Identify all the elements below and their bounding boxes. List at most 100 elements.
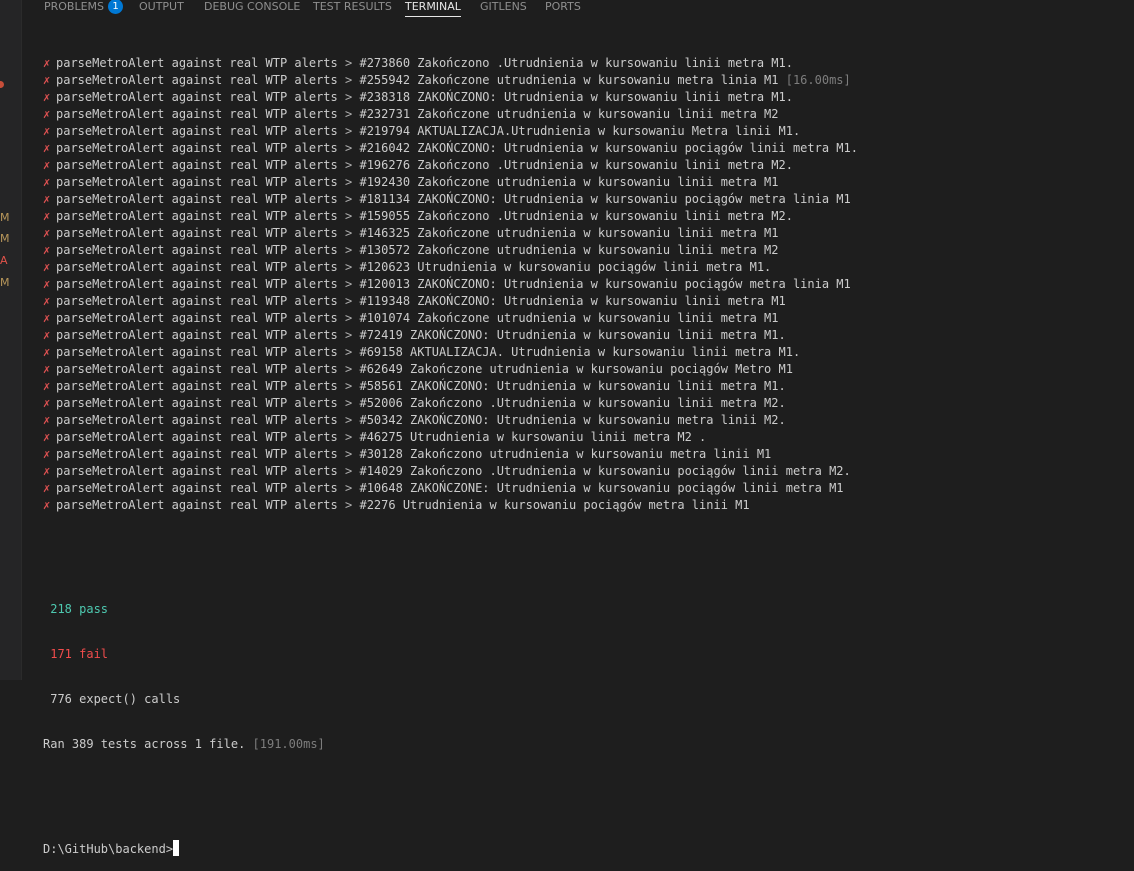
test-result-row: ✗ parseMetroAlert against real WTP alerts… <box>43 225 1134 242</box>
test-results-list: ✗ parseMetroAlert against real WTP alerts… <box>43 55 1134 514</box>
test-case-title: #69158 AKTUALIZACJA. Utrudnienia w kurso… <box>359 345 801 359</box>
panel-tab-bar: PROBLEMS 1 OUTPUT DEBUG CONSOLE TEST RESU… <box>22 0 1134 18</box>
test-result-row: ✗ parseMetroAlert against real WTP alerts… <box>43 157 1134 174</box>
test-suite-name: parseMetroAlert against real WTP alerts <box>56 107 338 121</box>
git-modified-badge[interactable]: M <box>0 211 10 225</box>
test-suite-name: parseMetroAlert against real WTP alerts <box>56 413 338 427</box>
test-suite-name: parseMetroAlert against real WTP alerts <box>56 464 338 478</box>
test-suite-name: parseMetroAlert against real WTP alerts <box>56 209 338 223</box>
chevron-right-icon: > <box>345 56 353 70</box>
tab-label: GITLENS <box>480 0 527 13</box>
chevron-right-icon: > <box>345 345 353 359</box>
fail-x-icon: ✗ <box>43 447 51 461</box>
test-suite-name: parseMetroAlert against real WTP alerts <box>56 362 338 376</box>
test-result-row: ✗ parseMetroAlert against real WTP alerts… <box>43 55 1134 72</box>
test-result-row: ✗ parseMetroAlert against real WTP alerts… <box>43 429 1134 446</box>
ran-tests-summary: Ran 389 tests across 1 file. <box>43 737 246 751</box>
test-result-row: ✗ parseMetroAlert against real WTP alerts… <box>43 446 1134 463</box>
fail-x-icon: ✗ <box>43 260 51 274</box>
test-result-row: ✗ parseMetroAlert against real WTP alerts… <box>43 327 1134 344</box>
chevron-right-icon: > <box>345 379 353 393</box>
test-suite-name: parseMetroAlert against real WTP alerts <box>56 124 338 138</box>
pass-count: 218 pass <box>50 602 109 616</box>
test-result-row: ✗ parseMetroAlert against real WTP alerts… <box>43 259 1134 276</box>
test-case-title: #30128 Zakończono utrudnienia w kursowan… <box>359 447 772 461</box>
status-dot-icon <box>0 81 4 88</box>
terminal-prompt-line[interactable]: D:\GitHub\backend> <box>43 840 1134 857</box>
fail-x-icon: ✗ <box>43 209 51 223</box>
test-result-row: ✗ parseMetroAlert against real WTP alerts… <box>43 208 1134 225</box>
chevron-right-icon: > <box>345 175 353 189</box>
fail-count: 171 fail <box>50 647 109 661</box>
tab-label: OUTPUT <box>139 0 184 13</box>
test-suite-name: parseMetroAlert against real WTP alerts <box>56 345 338 359</box>
fail-x-icon: ✗ <box>43 328 51 342</box>
chevron-right-icon: > <box>345 243 353 257</box>
test-suite-name: parseMetroAlert against real WTP alerts <box>56 498 338 512</box>
test-case-title: #255942 Zakończone utrudnienia w kursowa… <box>359 73 779 87</box>
chevron-right-icon: > <box>345 209 353 223</box>
tab-test-results[interactable]: TEST RESULTS <box>313 0 392 16</box>
test-result-row: ✗ parseMetroAlert against real WTP alerts… <box>43 395 1134 412</box>
test-suite-name: parseMetroAlert against real WTP alerts <box>56 311 338 325</box>
test-result-row: ✗ parseMetroAlert against real WTP alerts… <box>43 174 1134 191</box>
test-suite-name: parseMetroAlert against real WTP alerts <box>56 226 338 240</box>
test-case-title: #50342 ZAKOŃCZONO: Utrudnienia w kursowa… <box>359 413 786 427</box>
git-modified-badge[interactable]: M <box>0 276 10 290</box>
test-result-row: ✗ parseMetroAlert against real WTP alerts… <box>43 89 1134 106</box>
test-case-title: #119348 ZAKOŃCZONO: Utrudnienia w kursow… <box>359 294 786 308</box>
test-suite-name: parseMetroAlert against real WTP alerts <box>56 175 338 189</box>
total-timing: [191.00ms] <box>252 737 325 751</box>
git-added-badge[interactable]: A <box>0 254 10 268</box>
fail-x-icon: ✗ <box>43 345 51 359</box>
test-case-title: #62649 Zakończone utrudnienia w kursowan… <box>359 362 793 376</box>
test-suite-name: parseMetroAlert against real WTP alerts <box>56 396 338 410</box>
chevron-right-icon: > <box>345 90 353 104</box>
fail-x-icon: ✗ <box>43 294 51 308</box>
fail-x-icon: ✗ <box>43 175 51 189</box>
fail-x-icon: ✗ <box>43 192 51 206</box>
tab-label: PROBLEMS <box>44 0 105 13</box>
fail-x-icon: ✗ <box>43 379 51 393</box>
test-result-row: ✗ parseMetroAlert against real WTP alerts… <box>43 242 1134 259</box>
test-suite-name: parseMetroAlert against real WTP alerts <box>56 56 338 70</box>
fail-x-icon: ✗ <box>43 124 51 138</box>
tab-problems[interactable]: PROBLEMS 1 <box>44 0 124 16</box>
test-result-row: ✗ parseMetroAlert against real WTP alerts… <box>43 497 1134 514</box>
test-suite-name: parseMetroAlert against real WTP alerts <box>56 141 338 155</box>
chevron-right-icon: > <box>345 311 353 325</box>
fail-x-icon: ✗ <box>43 277 51 291</box>
fail-x-icon: ✗ <box>43 430 51 444</box>
fail-x-icon: ✗ <box>43 56 51 70</box>
tab-ports[interactable]: PORTS <box>545 0 581 16</box>
test-result-row: ✗ parseMetroAlert against real WTP alerts… <box>43 191 1134 208</box>
chevron-right-icon: > <box>345 413 353 427</box>
test-case-title: #130572 Zakończone utrudnienia w kursowa… <box>359 243 779 257</box>
chevron-right-icon: > <box>345 498 353 512</box>
chevron-right-icon: > <box>345 260 353 274</box>
chevron-right-icon: > <box>345 430 353 444</box>
test-result-row: ✗ parseMetroAlert against real WTP alerts… <box>43 276 1134 293</box>
chevron-right-icon: > <box>345 124 353 138</box>
test-suite-name: parseMetroAlert against real WTP alerts <box>56 192 338 206</box>
test-suite-name: parseMetroAlert against real WTP alerts <box>56 447 338 461</box>
test-result-row: ✗ parseMetroAlert against real WTP alerts… <box>43 123 1134 140</box>
fail-x-icon: ✗ <box>43 311 51 325</box>
test-suite-name: parseMetroAlert against real WTP alerts <box>56 328 338 342</box>
tab-gitlens[interactable]: GITLENS <box>480 0 527 16</box>
chevron-right-icon: > <box>345 226 353 240</box>
terminal-output[interactable]: ✗ parseMetroAlert against real WTP alerts… <box>43 27 1134 871</box>
test-timing: [16.00ms] <box>785 73 851 87</box>
tab-label: PORTS <box>545 0 581 13</box>
test-suite-name: parseMetroAlert against real WTP alerts <box>56 481 338 495</box>
test-case-title: #219794 AKTUALIZACJA.Utrudnienia w kurso… <box>359 124 801 138</box>
tab-terminal[interactable]: TERMINAL <box>405 0 461 17</box>
test-result-row: ✗ parseMetroAlert against real WTP alerts… <box>43 463 1134 480</box>
chevron-right-icon: > <box>345 73 353 87</box>
test-case-title: #10648 ZAKOŃCZONE: Utrudnienia w kursowa… <box>359 481 844 495</box>
git-modified-badge[interactable]: M <box>0 232 10 246</box>
tab-output[interactable]: OUTPUT <box>139 0 184 16</box>
tab-debug-console[interactable]: DEBUG CONSOLE <box>204 0 300 16</box>
fail-x-icon: ✗ <box>43 481 51 495</box>
test-suite-name: parseMetroAlert against real WTP alerts <box>56 158 338 172</box>
